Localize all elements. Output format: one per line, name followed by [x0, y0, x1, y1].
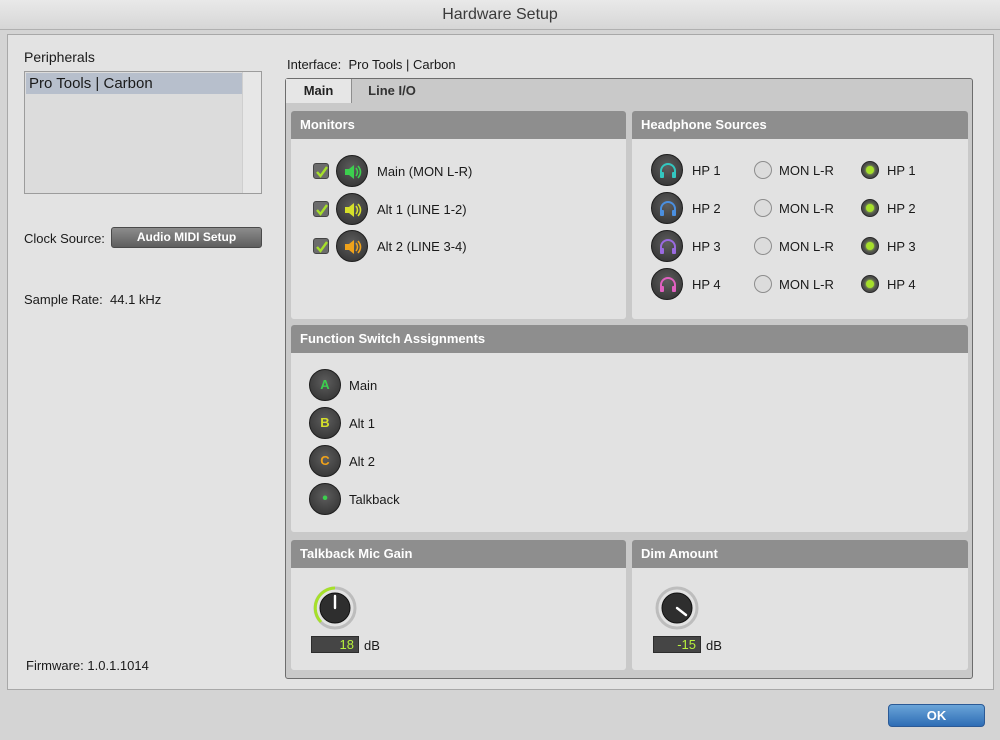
sample-rate-value: 44.1 kHz — [110, 292, 162, 307]
hp2-label: HP 2 — [692, 201, 721, 216]
headphones-icon — [651, 192, 683, 224]
interface-value: Pro Tools | Carbon — [348, 57, 456, 72]
function-switch-a-label: Main — [349, 378, 378, 393]
hp4-mon-radio[interactable] — [754, 275, 772, 293]
firmware-label: Firmware: — [26, 658, 84, 673]
ok-button[interactable]: OK — [888, 704, 985, 727]
peripherals-scrollbar[interactable] — [242, 72, 261, 193]
dim-amount-title: Dim Amount — [632, 540, 968, 568]
monitors-title: Monitors — [291, 111, 626, 139]
speaker-icon — [336, 193, 368, 225]
interface-label: Interface: — [287, 57, 342, 72]
clock-source-label: Clock Source: — [24, 231, 105, 246]
peripherals-label: Peripherals — [24, 49, 95, 65]
dim-amount-unit: dB — [706, 638, 722, 653]
headphones-icon — [651, 154, 683, 186]
function-switch-c-label: Alt 2 — [349, 454, 376, 469]
headphones-icon — [651, 230, 683, 262]
dim-amount-knob[interactable] — [654, 585, 700, 631]
hp2-hp-radio[interactable] — [861, 199, 879, 217]
hp3-hp-label: HP 3 — [887, 239, 916, 254]
talkback-gain-unit: dB — [364, 638, 380, 653]
tab-line-io[interactable]: Line I/O — [352, 79, 432, 103]
peripheral-item[interactable]: Pro Tools | Carbon — [26, 73, 242, 94]
window-title: Hardware Setup — [0, 0, 1000, 30]
hp2-hp-label: HP 2 — [887, 201, 916, 216]
monitor-alt2-label: Alt 2 (LINE 3-4) — [377, 239, 467, 254]
function-switch-talkback-button[interactable]: • — [309, 483, 341, 515]
talkback-gain-title: Talkback Mic Gain — [291, 540, 626, 568]
hp4-mon-label: MON L-R — [779, 277, 834, 292]
monitor-alt1-label: Alt 1 (LINE 1-2) — [377, 202, 467, 217]
function-switch-b-label: Alt 1 — [349, 416, 376, 431]
function-switch-c-button[interactable]: C — [309, 445, 341, 477]
hp2-mon-radio[interactable] — [754, 199, 772, 217]
audio-midi-setup-button[interactable]: Audio MIDI Setup — [111, 227, 262, 248]
check-icon — [316, 241, 328, 253]
monitor-alt2-checkbox[interactable] — [313, 238, 329, 254]
firmware: Firmware: 1.0.1.1014 — [26, 658, 149, 673]
monitor-main-label: Main (MON L-R) — [377, 164, 473, 179]
speaker-icon — [336, 230, 368, 262]
function-switch-talkback-label: Talkback — [349, 492, 400, 507]
talkback-gain-value[interactable]: 18 — [311, 636, 359, 653]
hp1-label: HP 1 — [692, 163, 721, 178]
function-switch-b-button[interactable]: B — [309, 407, 341, 439]
interface-info: Interface: Pro Tools | Carbon — [287, 57, 456, 72]
hp1-hp-radio[interactable] — [861, 161, 879, 179]
monitor-main-checkbox[interactable] — [313, 163, 329, 179]
sample-rate-label: Sample Rate: — [24, 292, 103, 307]
hp3-label: HP 3 — [692, 239, 721, 254]
hp4-hp-radio[interactable] — [861, 275, 879, 293]
sample-rate: Sample Rate: 44.1 kHz — [24, 292, 161, 307]
hp4-hp-label: HP 4 — [887, 277, 916, 292]
firmware-value: 1.0.1.1014 — [87, 658, 149, 673]
hp3-mon-label: MON L-R — [779, 239, 834, 254]
hp1-hp-label: HP 1 — [887, 163, 916, 178]
speaker-icon — [336, 155, 368, 187]
hp4-label: HP 4 — [692, 277, 721, 292]
monitor-alt1-checkbox[interactable] — [313, 201, 329, 217]
hp2-mon-label: MON L-R — [779, 201, 834, 216]
headphones-icon — [651, 268, 683, 300]
tab-main[interactable]: Main — [286, 79, 352, 103]
check-icon — [316, 166, 328, 178]
talkback-gain-knob[interactable] — [312, 585, 358, 631]
peripherals-list[interactable]: Pro Tools | Carbon — [24, 71, 262, 194]
function-switch-title: Function Switch Assignments — [291, 325, 968, 353]
function-switch-a-button[interactable]: A — [309, 369, 341, 401]
dim-amount-value[interactable]: -15 — [653, 636, 701, 653]
check-icon — [316, 204, 328, 216]
hp3-hp-radio[interactable] — [861, 237, 879, 255]
hp1-mon-radio[interactable] — [754, 161, 772, 179]
hp3-mon-radio[interactable] — [754, 237, 772, 255]
headphone-sources-title: Headphone Sources — [632, 111, 968, 139]
hp1-mon-label: MON L-R — [779, 163, 834, 178]
